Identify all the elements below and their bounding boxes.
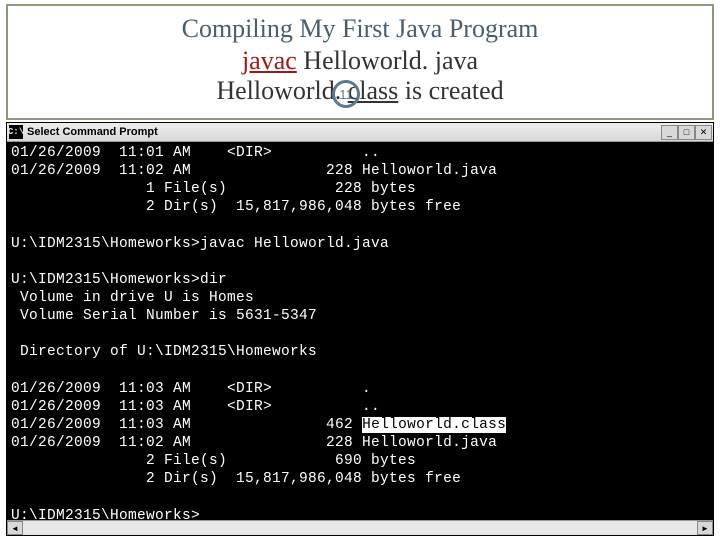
highlighted-file: Helloworld.class [362,417,506,433]
page-number-badge: 11 [332,80,360,108]
maximize-button[interactable]: □ [678,125,695,140]
term-line: 01/26/2009 11:03 AM <DIR> . [11,381,371,397]
term-line: U:\IDM2315\Homeworks>javac Helloworld.ja… [11,236,389,252]
cmd-icon: C:\ [9,125,23,139]
command-prompt-window: C:\ Select Command Prompt _ □ ✕ 01/26/20… [6,122,714,536]
horizontal-scrollbar[interactable]: ◄ ► [7,520,713,535]
result-line: Helloworld. class is created [8,76,712,106]
window-buttons: _ □ ✕ [661,125,712,140]
result-post: is created [398,76,503,105]
term-line: 2 Dir(s) 15,817,986,048 bytes free [11,471,461,487]
javac-word: javac [242,46,297,75]
window-title: Select Command Prompt [27,126,661,138]
term-line: 2 File(s) 690 bytes [11,453,416,469]
term-line: Volume Serial Number is 5631-5347 [11,308,317,324]
term-line: Directory of U:\IDM2315\Homeworks [11,344,317,360]
command-line: javac Helloworld. java [8,46,712,76]
term-line: 01/26/2009 11:03 AM <DIR> .. [11,399,380,415]
cmd-rest: Helloworld. java [297,46,478,75]
term-line: 01/26/2009 11:02 AM 228 Helloworld.java [11,163,497,179]
scroll-right-icon[interactable]: ► [697,521,713,535]
term-line: 01/26/2009 11:02 AM 228 Helloworld.java [11,435,497,451]
term-line: 2 Dir(s) 15,817,986,048 bytes free [11,199,461,215]
window-titlebar: C:\ Select Command Prompt _ □ ✕ [7,123,713,142]
minimize-button[interactable]: _ [661,125,678,140]
slide-title: Compiling My First Java Program [8,14,712,44]
close-button[interactable]: ✕ [695,125,712,140]
scrollbar-track[interactable] [23,521,697,535]
term-line: 01/26/2009 11:01 AM <DIR> .. [11,145,380,161]
slide-header: Compiling My First Java Program javac He… [6,4,714,120]
term-line: 1 File(s) 228 bytes [11,181,416,197]
term-line: Volume in drive U is Homes [11,290,254,306]
result-pre: Helloworld. [216,76,347,105]
term-line: 01/26/2009 11:03 AM 462 [11,417,362,433]
terminal-output[interactable]: 01/26/2009 11:01 AM <DIR> .. 01/26/2009 … [7,142,713,520]
scroll-left-icon[interactable]: ◄ [7,521,23,535]
term-line: U:\IDM2315\Homeworks>dir [11,272,227,288]
